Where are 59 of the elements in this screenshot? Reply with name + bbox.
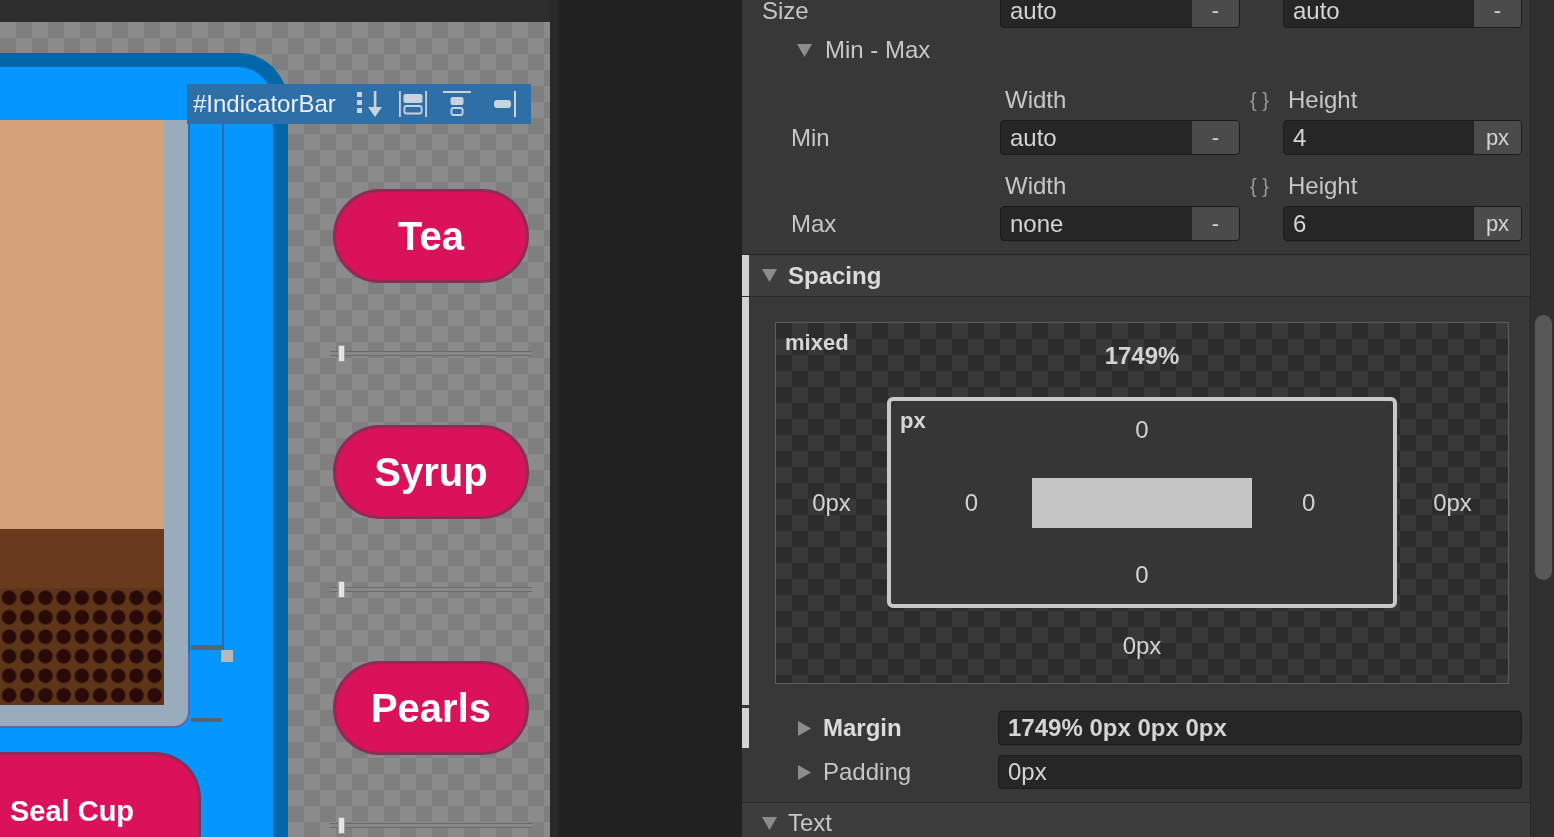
unit-dropdown[interactable]: px	[1474, 121, 1521, 154]
resize-handle[interactable]	[221, 650, 233, 662]
unit-dropdown[interactable]: px	[1474, 207, 1521, 240]
field-label: Size	[762, 0, 809, 22]
padding-value[interactable]: 0	[1302, 490, 1316, 516]
caret-right-icon[interactable]	[798, 720, 811, 736]
ingredient-button[interactable]: Tea	[333, 189, 529, 283]
column-label: Width	[1005, 175, 1067, 197]
unit-label: mixed	[785, 331, 849, 355]
unit-dropdown[interactable]: -	[1474, 0, 1521, 27]
scrollbar-track[interactable]	[1530, 0, 1554, 837]
foldout-label: Min - Max	[825, 39, 931, 61]
caret-right-icon[interactable]	[798, 764, 811, 780]
scrollbar-thumb[interactable]	[1535, 315, 1552, 580]
padding-value[interactable]: 0	[964, 490, 978, 516]
column-label: Height	[1288, 89, 1358, 111]
caret-down-icon[interactable]	[762, 269, 777, 282]
slider-thumb[interactable]	[337, 345, 345, 362]
value-field[interactable]: auto -	[1000, 120, 1240, 155]
padding-value[interactable]: 0	[1135, 417, 1149, 443]
padding-value[interactable]: 0	[1135, 562, 1149, 588]
caret-down-icon[interactable]	[797, 43, 812, 57]
indicator-bar	[191, 718, 222, 722]
value-field[interactable]: auto -	[1000, 0, 1240, 28]
element-name: #IndicatorBar	[193, 90, 336, 118]
field-label: Min	[791, 126, 830, 149]
value-field[interactable]: auto -	[1283, 0, 1522, 28]
field-label: Padding	[823, 761, 912, 783]
arrow-down-icon[interactable]	[355, 90, 384, 118]
margin-value[interactable]: 0px	[812, 489, 851, 516]
binding-mark: { }	[1250, 89, 1269, 111]
section-title: Spacing	[788, 262, 882, 289]
binding-mark: { }	[1250, 175, 1269, 197]
ingredient-button[interactable]: Pearls	[333, 661, 529, 755]
column-label: Width	[1005, 89, 1067, 111]
slider-thumb[interactable]	[337, 581, 345, 598]
unit-dropdown[interactable]: -	[1192, 0, 1239, 27]
slider-thumb[interactable]	[337, 817, 345, 834]
unit-dropdown[interactable]: -	[1192, 207, 1239, 240]
field-label: Margin	[823, 717, 902, 739]
margin-value[interactable]: 0px	[1122, 632, 1162, 659]
value-field[interactable]: none -	[1000, 206, 1240, 241]
field-label: Max	[791, 212, 837, 235]
column-label: Height	[1288, 175, 1358, 197]
ingredient-button[interactable]: Syrup	[333, 425, 529, 519]
value-field[interactable]: 0px	[998, 755, 1522, 789]
section-title: Text	[788, 810, 832, 836]
action-button[interactable]: Seal Cup	[0, 752, 201, 837]
margin-value[interactable]: 1749%	[1104, 343, 1180, 369]
caret-down-icon[interactable]	[762, 816, 777, 830]
align-top-icon[interactable]	[442, 90, 471, 118]
stacked-bars-icon[interactable]	[398, 90, 427, 118]
value-field[interactable]: 6 px	[1283, 206, 1522, 241]
unit-label: px	[900, 409, 926, 433]
margin-value[interactable]: 0px	[1433, 489, 1472, 516]
indicator-bar	[191, 645, 222, 650]
value-field[interactable]: 1749% 0px 0px 0px	[998, 711, 1522, 745]
unit-dropdown[interactable]: -	[1192, 121, 1239, 154]
value-field[interactable]: 4 px	[1283, 120, 1522, 155]
